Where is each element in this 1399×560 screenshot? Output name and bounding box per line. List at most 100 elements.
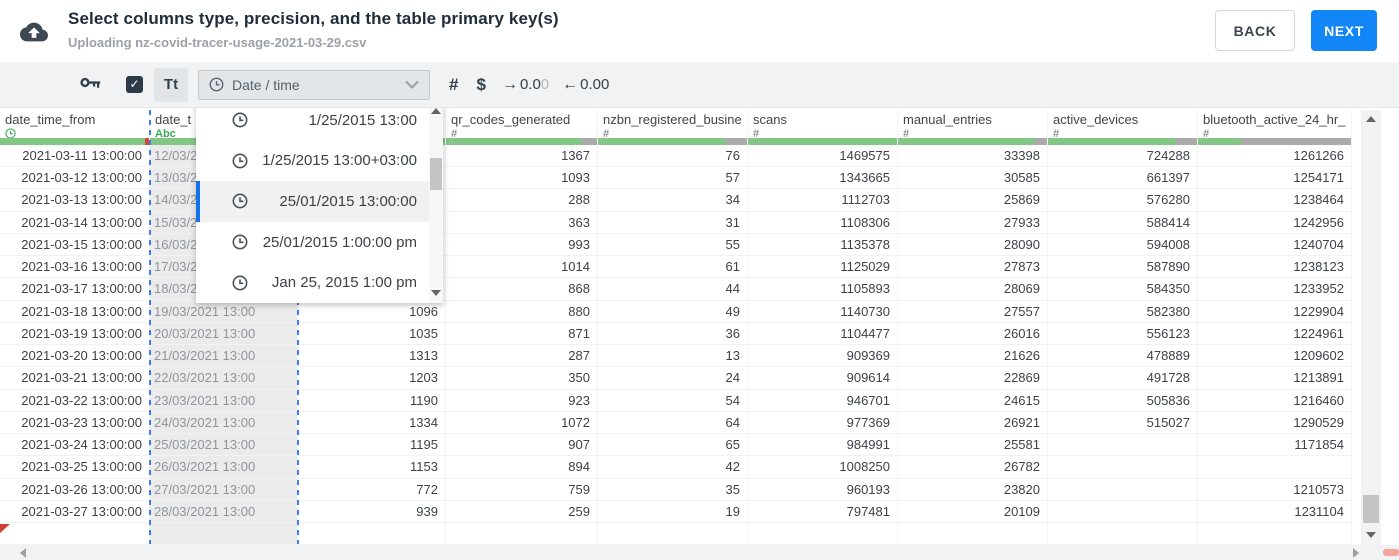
column-header-qr_codes_generated[interactable]: qr_codes_generated # [446,110,598,145]
cell[interactable] [1048,500,1198,523]
cell[interactable]: 54 [598,389,748,412]
cell[interactable]: 1213891 [1198,367,1352,390]
cell[interactable]: 64 [598,411,748,435]
cell[interactable]: 61 [598,256,748,279]
type-format-option[interactable]: 25/01/2015 1:00:00 pm [196,222,429,263]
cell[interactable]: 505836 [1048,389,1198,412]
cell[interactable]: 1093 [446,167,598,190]
cell[interactable]: 1469575 [748,145,898,168]
cell[interactable]: 907 [446,434,598,457]
type-format-option[interactable]: Jan 25, 2015 1:00 pm [196,262,429,303]
cell[interactable]: 36 [598,322,748,346]
cell[interactable]: 363 [446,211,598,234]
cell[interactable]: 2021-03-17 13:00:00 [0,278,150,301]
scroll-up-icon[interactable] [431,108,441,114]
vertical-scrollbar-thumb[interactable] [1363,495,1379,523]
cell[interactable]: 894 [446,456,598,479]
back-button[interactable]: BACK [1215,10,1295,51]
cell[interactable]: 31 [598,211,748,234]
column-header-manual_entries[interactable]: manual_entries # [898,110,1048,145]
cell[interactable]: 1233952 [1198,278,1352,301]
cell[interactable]: 22869 [898,367,1048,390]
cell[interactable]: 871 [446,322,598,346]
cell[interactable]: 288 [446,189,598,212]
cell[interactable]: 2021-03-12 13:00:00 [0,167,150,190]
cell[interactable] [1198,456,1352,479]
column-header-scans[interactable]: scans # [748,110,898,145]
cell[interactable]: 1135378 [748,233,898,257]
cell[interactable] [1048,434,1198,457]
cell[interactable]: 1210573 [1198,478,1352,501]
cell[interactable]: 977369 [748,411,898,435]
cell[interactable]: 2021-03-22 13:00:00 [0,389,150,412]
cell[interactable]: 2021-03-26 13:00:00 [0,478,150,501]
cell[interactable]: 20109 [898,500,1048,523]
horizontal-scrollbar-thumb[interactable] [1383,549,1399,556]
cell[interactable]: 1343665 [748,167,898,190]
cell[interactable]: 2021-03-13 13:00:00 [0,189,150,212]
cell[interactable]: 25/03/2021 13:00 [150,434,298,457]
cell[interactable]: 26921 [898,411,1048,435]
cell[interactable]: 1216460 [1198,389,1352,412]
cell[interactable]: 2021-03-24 13:00:00 [0,434,150,457]
cell[interactable]: 1229904 [1198,300,1352,323]
cell[interactable] [1048,456,1198,479]
cell[interactable]: 923 [446,389,598,412]
cell[interactable]: 1035 [298,322,446,346]
cell[interactable]: 880 [446,300,598,323]
column-header-bluetooth_active_24_hr_[interactable]: bluetooth_active_24_hr_ # [1198,110,1352,145]
scroll-down-icon[interactable] [431,290,441,296]
cell[interactable]: 1313 [298,345,446,368]
cell[interactable]: 2021-03-25 13:00:00 [0,456,150,479]
cell[interactable]: 33398 [898,145,1048,168]
cell[interactable]: 576280 [1048,189,1198,212]
cell[interactable]: 25869 [898,189,1048,212]
cell[interactable]: 1140730 [748,300,898,323]
cell[interactable]: 1254171 [1198,167,1352,190]
cell[interactable]: 759 [446,478,598,501]
cell[interactable]: 772 [298,478,446,501]
cell[interactable]: 478889 [1048,345,1198,368]
cell[interactable]: 1153 [298,456,446,479]
cell[interactable]: 55 [598,233,748,257]
type-format-option[interactable]: 1/25/2015 13:00+03:00 [196,141,429,182]
cell[interactable]: 939 [298,500,446,523]
cell[interactable]: 26782 [898,456,1048,479]
cell[interactable]: 30585 [898,167,1048,190]
cell[interactable]: 49 [598,300,748,323]
cell[interactable]: 2021-03-16 13:00:00 [0,256,150,279]
column-header-date_time_from[interactable]: date_time_from [0,110,150,145]
cell[interactable]: 1190 [298,389,446,412]
cell[interactable]: 797481 [748,500,898,523]
cell[interactable]: 24615 [898,389,1048,412]
cell[interactable]: 27/03/2021 13:00 [150,478,298,501]
cell[interactable] [1048,478,1198,501]
cell[interactable]: 25581 [898,434,1048,457]
cell[interactable]: 287 [446,345,598,368]
cell[interactable]: 1112703 [748,189,898,212]
cell[interactable]: 2021-03-14 13:00:00 [0,211,150,234]
cell[interactable]: 27873 [898,256,1048,279]
type-format-dropdown[interactable]: Date / time [198,69,430,100]
cell[interactable]: 22/03/2021 13:00 [150,367,298,390]
decimal-decrease-button[interactable]: ← 0.00 [562,76,609,94]
cell[interactable]: 44 [598,278,748,301]
cell[interactable]: 946701 [748,389,898,412]
cell[interactable]: 984991 [748,434,898,457]
cell[interactable]: 2021-03-27 13:00:00 [0,500,150,523]
cell[interactable]: 1209602 [1198,345,1352,368]
vertical-scrollbar[interactable] [1361,110,1381,545]
scroll-down-icon[interactable] [1366,532,1376,538]
cell[interactable]: 350 [446,367,598,390]
cell[interactable]: 2021-03-23 13:00:00 [0,411,150,435]
cell[interactable]: 724288 [1048,145,1198,168]
cell[interactable]: 23820 [898,478,1048,501]
scroll-right-icon[interactable] [1353,548,1359,558]
cell[interactable]: 868 [446,278,598,301]
number-type-icon[interactable]: # [449,75,458,95]
cell[interactable]: 661397 [1048,167,1198,190]
cell[interactable]: 24/03/2021 13:00 [150,411,298,435]
cell[interactable]: 35 [598,478,748,501]
cell[interactable]: 2021-03-20 13:00:00 [0,345,150,368]
cell[interactable]: 2021-03-11 13:00:00 [0,145,150,168]
